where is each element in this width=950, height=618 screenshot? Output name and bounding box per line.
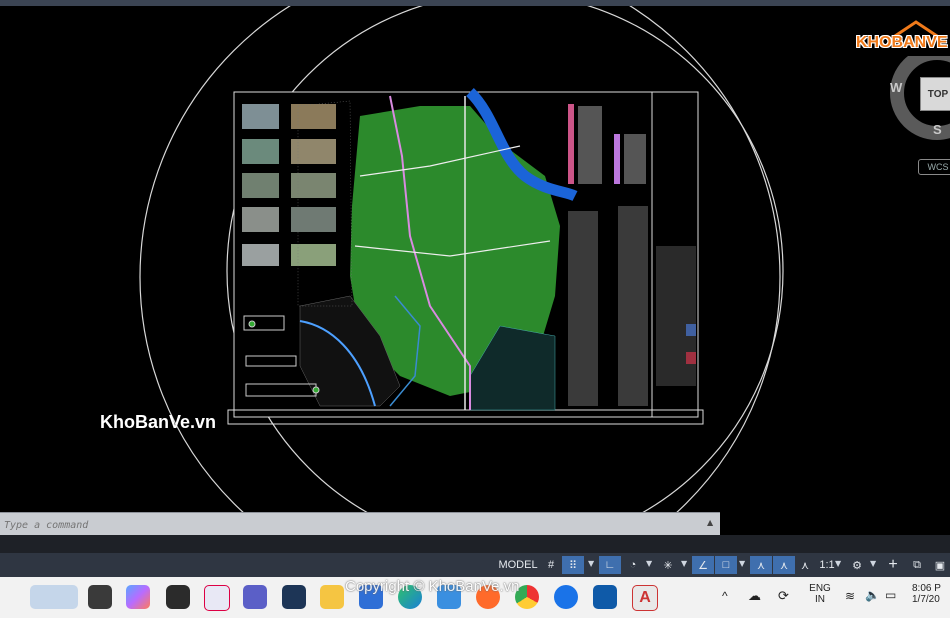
snipping-icon[interactable] xyxy=(204,585,230,611)
annotation-monitor-icon[interactable]: ⋏ xyxy=(750,556,772,574)
viewcube-south[interactable]: S xyxy=(933,122,942,137)
file-manager-icon[interactable] xyxy=(88,585,112,609)
status-bar: MODEL # ⠿ ▼ ∟ ◔ ▼ ✳ ▼ ∠ □ ▼ ⋏ ⋏ ⋏ 1:1 ▼ … xyxy=(0,553,950,577)
annotation-scale-icon[interactable]: ⋏ xyxy=(796,556,814,574)
add-icon[interactable]: + xyxy=(882,556,904,574)
volume-icon[interactable]: 🔈 xyxy=(865,588,880,602)
workspace-gear-icon[interactable]: ⚙ xyxy=(846,556,868,574)
grid-icon[interactable]: # xyxy=(541,556,561,574)
watermark-text: KhoBanVe.vn xyxy=(100,412,217,432)
command-history-arrow-icon[interactable]: ▲ xyxy=(707,518,713,527)
gear-dropdown-icon[interactable]: ▼ xyxy=(870,559,876,568)
lineweight-icon[interactable]: □ xyxy=(715,556,737,574)
autocad-icon[interactable]: A xyxy=(632,585,658,611)
viewcube-top-face[interactable]: TOP xyxy=(920,77,950,111)
cloud-icon[interactable]: ☁ xyxy=(748,588,761,604)
scale-dropdown-icon[interactable]: ▼ xyxy=(835,559,841,568)
command-gap xyxy=(0,535,950,553)
lineweight-dropdown-icon[interactable]: ▼ xyxy=(739,559,745,568)
logo-text: KHOBANVE xyxy=(856,34,948,51)
snap-icon[interactable]: ⠿ xyxy=(562,556,584,574)
clock-date: 1/7/20 xyxy=(912,594,940,605)
sync-icon[interactable]: ⟳ xyxy=(778,588,789,604)
ortho-icon[interactable]: ∟ xyxy=(599,556,621,574)
polar-icon[interactable]: ◔ xyxy=(622,556,644,574)
viewcube[interactable]: W TOP S WCS xyxy=(880,56,950,176)
weather-widget[interactable] xyxy=(30,585,78,609)
show-hidden-icons[interactable]: ^ xyxy=(722,589,728,603)
zalo-icon[interactable] xyxy=(554,585,578,609)
region-code: IN xyxy=(815,594,825,605)
polar-dropdown-icon[interactable]: ▼ xyxy=(646,559,652,568)
isodraft-icon[interactable]: ✳ xyxy=(657,556,679,574)
sketchup-icon[interactable] xyxy=(593,585,617,609)
clock[interactable]: 8:06 P 1/7/20 xyxy=(912,583,950,605)
hardware-acceleration-icon[interactable]: ▣ xyxy=(930,556,950,574)
annotation-visibility-icon[interactable]: ⋏ xyxy=(773,556,795,574)
model-space-button[interactable]: MODEL xyxy=(498,556,538,574)
clock-time: 8:06 P xyxy=(912,583,941,594)
language-indicator[interactable]: ENG IN xyxy=(808,583,832,605)
viewcube-west[interactable]: W xyxy=(890,80,902,95)
language-code: ENG xyxy=(809,583,831,594)
wifi-icon[interactable]: ≋ xyxy=(845,589,855,603)
snap-dropdown-icon[interactable]: ▼ xyxy=(588,559,594,568)
isolate-icon[interactable]: ⧉ xyxy=(906,556,928,574)
drawing-svg xyxy=(139,6,784,512)
command-line[interactable]: ▲ xyxy=(0,512,720,535)
vpn-icon[interactable] xyxy=(282,585,306,609)
wcs-menu[interactable]: WCS xyxy=(918,159,950,175)
khobanve-logo: KHOBANVE xyxy=(856,20,948,60)
osnap-icon[interactable]: ∠ xyxy=(692,556,714,574)
explorer-icon[interactable] xyxy=(320,585,344,609)
isodraft-dropdown-icon[interactable]: ▼ xyxy=(681,559,687,568)
battery-icon[interactable]: ▭ xyxy=(885,588,896,602)
teams-icon[interactable] xyxy=(243,585,267,609)
copyright-watermark: Copyright © KhoBanVe.vn xyxy=(345,578,520,595)
copilot-icon[interactable] xyxy=(126,585,150,609)
drawing-canvas[interactable]: KHOBANVE W TOP S WCS KhoBanVe.vn xyxy=(0,6,950,512)
command-input[interactable] xyxy=(2,516,686,534)
nox-icon[interactable] xyxy=(166,585,190,609)
